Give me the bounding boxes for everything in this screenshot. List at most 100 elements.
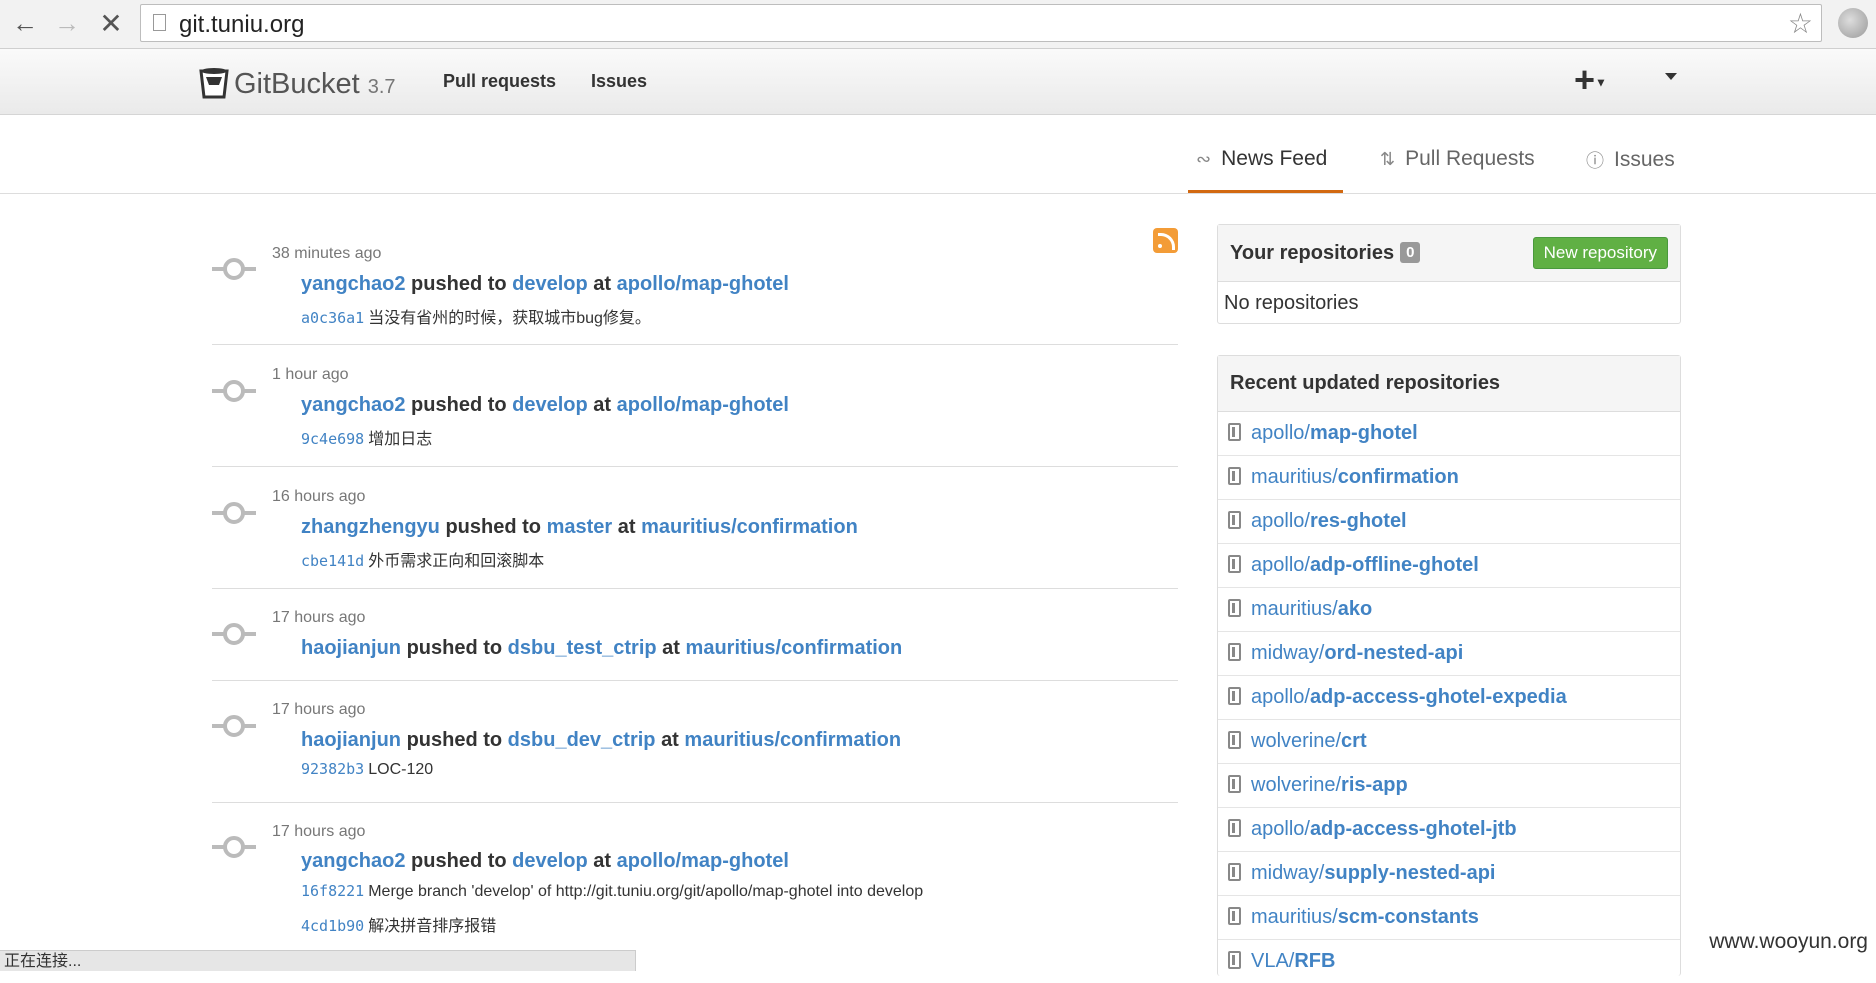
- page-icon: [153, 14, 166, 31]
- url-text[interactable]: git.tuniu.org: [179, 11, 304, 39]
- repo-icon: [1228, 423, 1241, 441]
- feed-at: at: [593, 394, 612, 416]
- tab-news-feed[interactable]: ∾ News Feed: [1196, 147, 1327, 171]
- repo-icon: [1228, 951, 1241, 969]
- commit-icon: [212, 501, 256, 525]
- feed-item: 17 hours ago haojianjun pushed to dsbu_t…: [212, 589, 1178, 681]
- feed-time: 17 hours ago: [272, 701, 366, 718]
- recent-repo-item[interactable]: mauritius/scm-constants: [1218, 895, 1680, 939]
- feed-verb: pushed to: [411, 394, 507, 416]
- forward-arrow-icon[interactable]: →: [52, 8, 82, 38]
- repo-owner: VLA/: [1251, 950, 1295, 972]
- feed-user-link[interactable]: haojianjun: [301, 637, 401, 659]
- commit-sha-link[interactable]: 9c4e698: [301, 430, 364, 448]
- repo-icon: [1228, 555, 1241, 573]
- repo-icon: [1228, 731, 1241, 749]
- recent-repo-item[interactable]: apollo/adp-offline-ghotel: [1218, 543, 1680, 587]
- recent-repo-item[interactable]: apollo/adp-access-ghotel-jtb: [1218, 807, 1680, 851]
- repo-owner: wolverine/: [1251, 774, 1342, 796]
- repo-owner: mauritius/: [1251, 598, 1338, 620]
- feed-branch-link[interactable]: dsbu_test_ctrip: [508, 637, 657, 659]
- feed-repo-link[interactable]: apollo/map-ghotel: [617, 394, 789, 416]
- feed-time: 38 minutes ago: [272, 245, 382, 262]
- feed-branch-link[interactable]: dsbu_dev_ctrip: [508, 729, 656, 751]
- app-header: GitBucket 3.7 Pull requests Issues +▼: [0, 49, 1876, 115]
- user-menu-chevron-icon[interactable]: [1665, 73, 1677, 80]
- feed-branch-link[interactable]: develop: [512, 394, 588, 416]
- recent-repo-item[interactable]: apollo/res-ghotel: [1218, 499, 1680, 543]
- feed-branch-link[interactable]: master: [547, 516, 613, 538]
- recent-repo-item[interactable]: midway/supply-nested-api: [1218, 851, 1680, 895]
- feed-user-link[interactable]: zhangzhengyu: [301, 516, 440, 538]
- recent-repo-item[interactable]: apollo/map-ghotel: [1218, 412, 1680, 455]
- feed-user-link[interactable]: yangchao2: [301, 850, 405, 872]
- feed-repo-link[interactable]: mauritius/confirmation: [641, 516, 858, 538]
- recent-repo-item[interactable]: wolverine/ris-app: [1218, 763, 1680, 807]
- repo-name: confirmation: [1337, 466, 1459, 488]
- tab-label: Pull Requests: [1405, 147, 1535, 170]
- repo-icon: [1228, 643, 1241, 661]
- feed-branch-link[interactable]: develop: [512, 850, 588, 872]
- address-bar[interactable]: git.tuniu.org ☆: [140, 4, 1822, 42]
- feed-repo-link[interactable]: apollo/map-ghotel: [617, 850, 789, 872]
- tab-issues[interactable]: ⓘ Issues: [1586, 147, 1675, 173]
- feed-repo-link[interactable]: mauritius/confirmation: [684, 729, 901, 751]
- feed-user-link[interactable]: yangchao2: [301, 394, 405, 416]
- recent-repo-item[interactable]: midway/ord-nested-api: [1218, 631, 1680, 675]
- repo-owner: apollo/: [1251, 422, 1310, 444]
- repo-owner: apollo/: [1251, 818, 1310, 840]
- repo-name: crt: [1341, 730, 1367, 752]
- feed-time: 17 hours ago: [272, 823, 366, 840]
- repo-owner: midway/: [1251, 642, 1325, 664]
- commit-sha-link[interactable]: 4cd1b90: [301, 917, 364, 935]
- bookmark-star-icon[interactable]: ☆: [1788, 7, 1813, 40]
- commit-sha-link[interactable]: 16f8221: [301, 882, 364, 900]
- back-arrow-icon[interactable]: ←: [10, 8, 40, 38]
- repo-icon: [1228, 775, 1241, 793]
- repo-icon: [1228, 511, 1241, 529]
- watermark-text: www.wooyun.org: [1709, 930, 1868, 953]
- commit-message: 当没有省州的时候，获取城市bug修复。: [368, 310, 651, 327]
- feed-repo-link[interactable]: mauritius/confirmation: [686, 637, 903, 659]
- recent-repositories-header: Recent updated repositories: [1218, 356, 1680, 412]
- commit-sha-link[interactable]: 92382b3: [301, 760, 364, 778]
- recent-repo-item[interactable]: mauritius/ako: [1218, 587, 1680, 631]
- globe-icon[interactable]: [1838, 8, 1868, 38]
- commit-sha-link[interactable]: a0c36a1: [301, 309, 364, 327]
- feed-item: 16 hours ago zhangzhengyu pushed to mast…: [212, 467, 1178, 589]
- feed-branch-link[interactable]: develop: [512, 273, 588, 295]
- recent-repo-item[interactable]: apollo/adp-access-ghotel-expedia: [1218, 675, 1680, 719]
- repo-owner: apollo/: [1251, 554, 1310, 576]
- chevron-down-icon: ▼: [1595, 75, 1607, 90]
- feed-user-link[interactable]: haojianjun: [301, 729, 401, 751]
- feed-item: 1 hour ago yangchao2 pushed to develop a…: [212, 345, 1178, 467]
- feed-verb: pushed to: [411, 273, 507, 295]
- tab-pull-requests[interactable]: ⇅ Pull Requests: [1380, 147, 1535, 171]
- recent-repositories-box: Recent updated repositories apollo/map-g…: [1217, 355, 1681, 976]
- feed-user-link[interactable]: yangchao2: [301, 273, 405, 295]
- no-repositories-text: No repositories: [1224, 292, 1359, 314]
- recent-repo-item[interactable]: wolverine/crt: [1218, 719, 1680, 763]
- recent-repo-list: apollo/map-ghotel mauritius/confirmation…: [1218, 412, 1680, 983]
- repo-name: scm-constants: [1337, 906, 1479, 928]
- commit-sha-link[interactable]: cbe141d: [301, 552, 364, 570]
- feed-time: 1 hour ago: [272, 366, 349, 383]
- feed-verb: pushed to: [406, 637, 503, 659]
- nav-pull-requests[interactable]: Pull requests: [443, 71, 556, 92]
- recent-repo-item[interactable]: VLA/RFB: [1218, 939, 1680, 983]
- nav-issues[interactable]: Issues: [591, 71, 647, 92]
- feed-verb: pushed to: [411, 850, 507, 872]
- feed-at: at: [662, 637, 680, 659]
- commit-message: 外币需求正向和回滚脚本: [368, 553, 545, 570]
- feed-repo-link[interactable]: apollo/map-ghotel: [617, 273, 789, 295]
- gitbucket-logo[interactable]: GitBucket 3.7: [198, 59, 396, 101]
- recent-repo-item[interactable]: mauritius/confirmation: [1218, 455, 1680, 499]
- tab-label: Issues: [1614, 148, 1675, 171]
- create-new-menu[interactable]: +▼: [1574, 59, 1607, 101]
- commit-icon: [212, 622, 256, 646]
- repo-name: supply-nested-api: [1324, 862, 1496, 884]
- new-repository-button[interactable]: New repository: [1532, 237, 1668, 269]
- box-title-text: Your repositories: [1230, 242, 1395, 264]
- commit-icon: [212, 379, 256, 403]
- stop-loading-icon[interactable]: ✕: [96, 8, 126, 39]
